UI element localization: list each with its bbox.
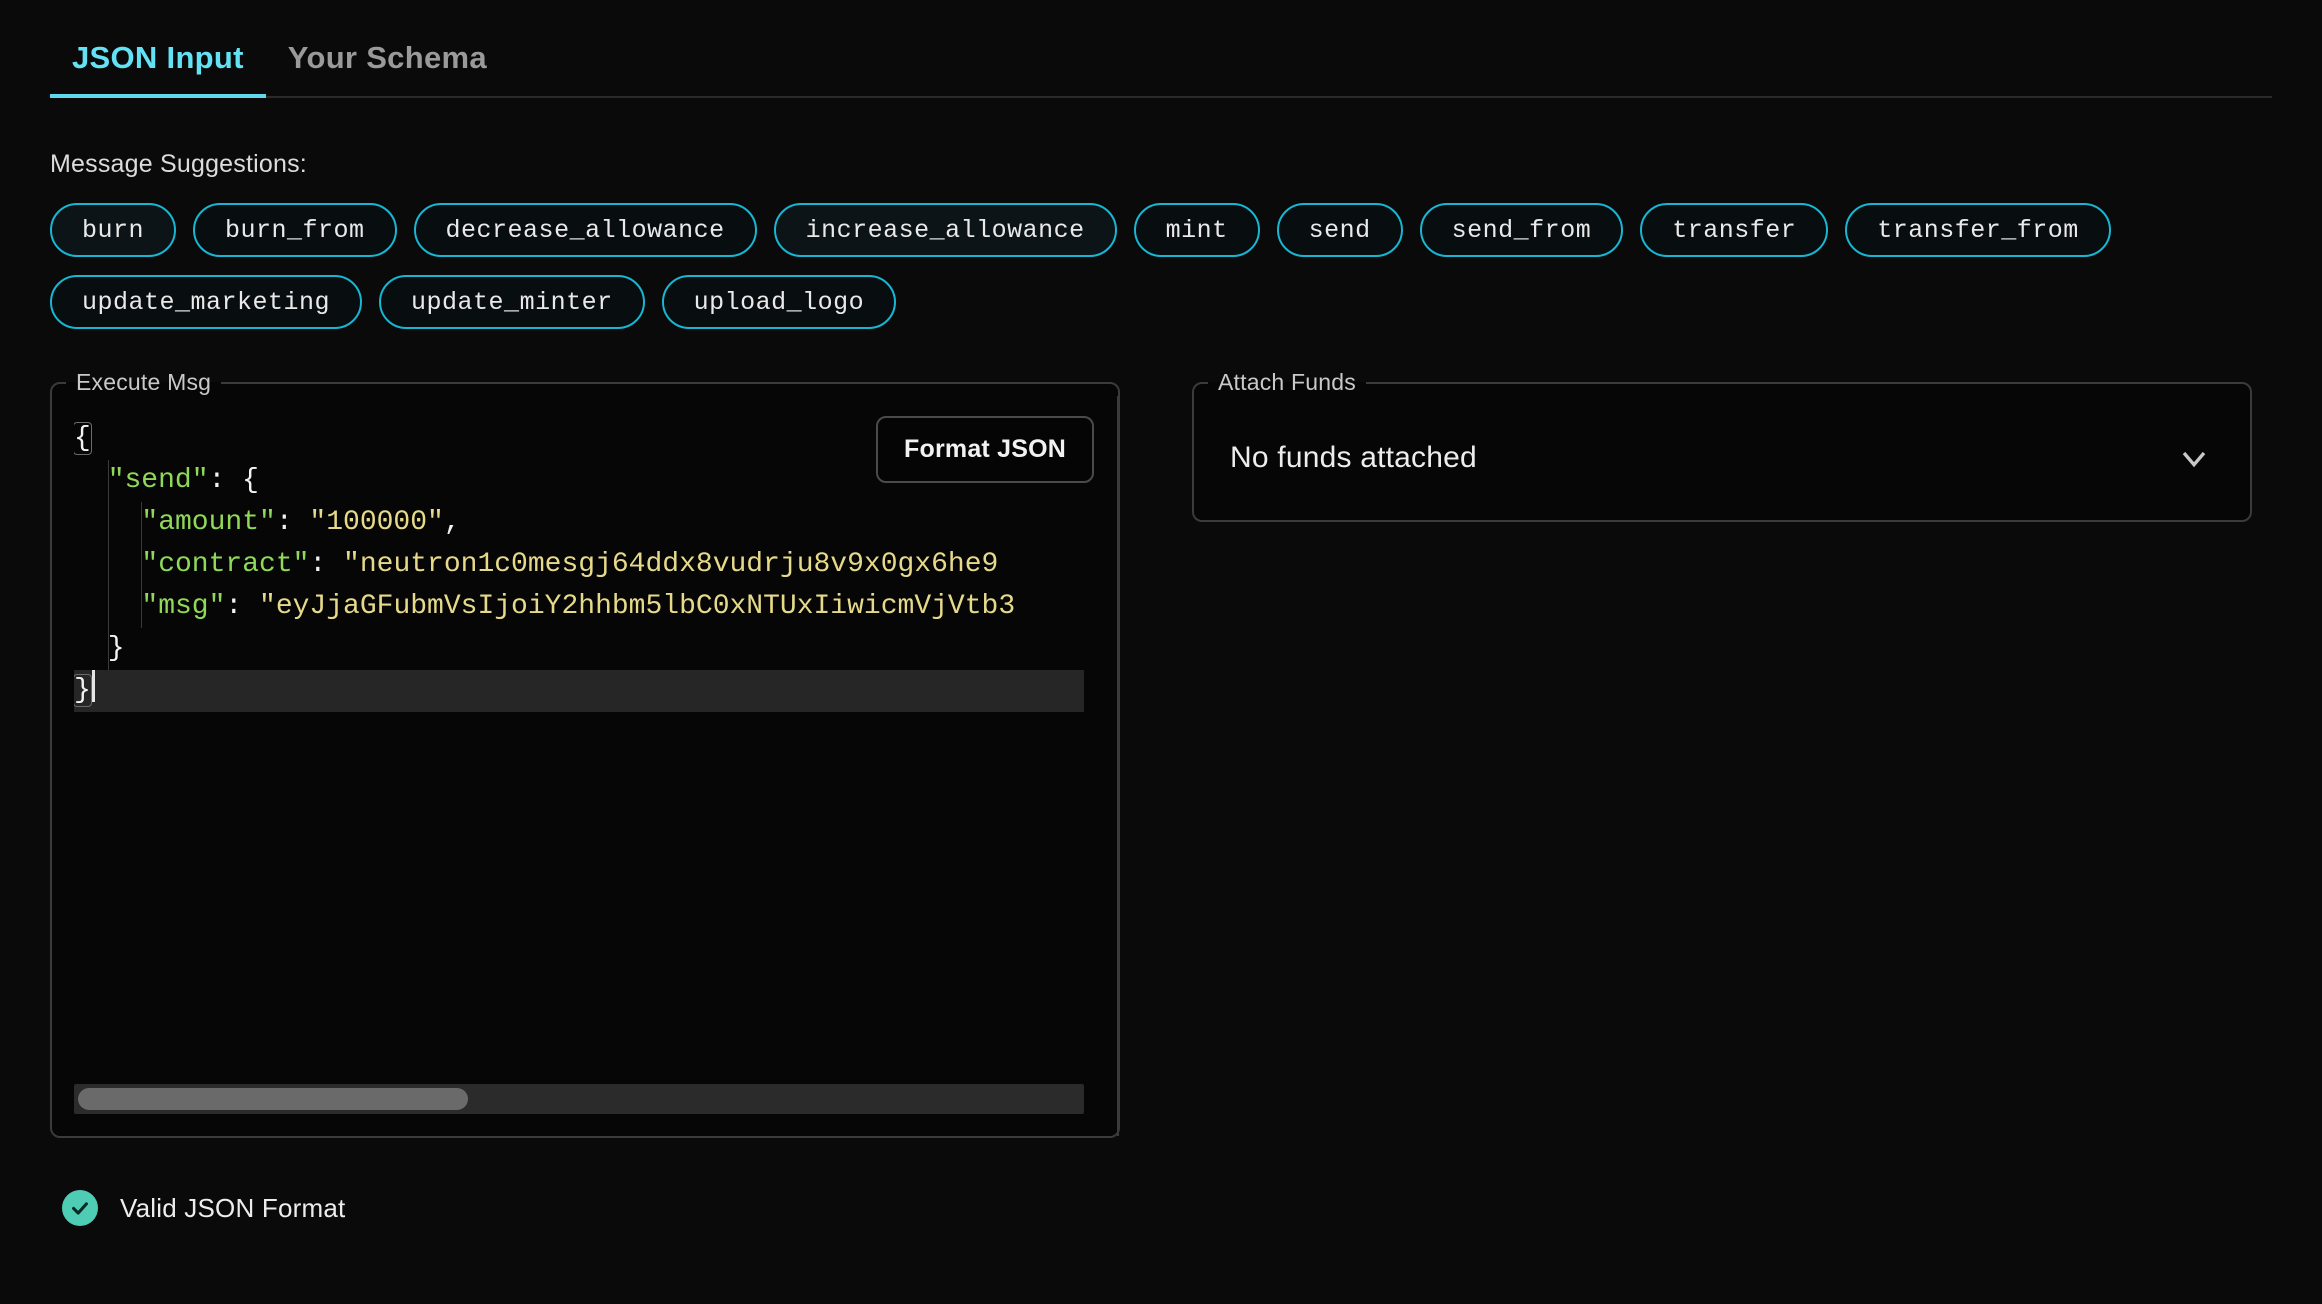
code-token: "eyJjaGFubmVsIjoiY2hhbm5lbC0xNTUxIiwicmV…	[259, 591, 1016, 622]
code-token: "msg"	[141, 591, 226, 622]
json-validity-text: Valid JSON Format	[120, 1192, 346, 1223]
code-line[interactable]: "msg": "eyJjaGFubmVsIjoiY2hhbm5lbC0xNTUx…	[74, 586, 1084, 628]
message-suggestions-label: Message Suggestions:	[50, 150, 307, 178]
code-token: :	[275, 507, 310, 538]
code-line-text: {	[74, 422, 92, 455]
code-token: :	[225, 591, 260, 622]
editor-horizontal-scrollbar[interactable]	[74, 1084, 1084, 1114]
suggestion-chip-burn[interactable]: burn	[50, 203, 177, 257]
check-circle-icon	[62, 1190, 98, 1226]
code-line-text: "amount": "100000",	[141, 507, 460, 538]
tab-bar: JSON Input Your Schema	[0, 0, 2322, 98]
editor-right-divider	[1117, 396, 1119, 1136]
execute-msg-panel: Execute Msg Format JSON { "send": { "amoun…	[50, 369, 1120, 1138]
tab-your-schema[interactable]: Your Schema	[266, 40, 509, 98]
code-token: {	[74, 422, 92, 455]
attach-funds-value: No funds attached	[1230, 441, 1477, 474]
code-token: ,	[443, 507, 461, 538]
tab-json-input[interactable]: JSON Input	[50, 40, 266, 98]
suggestion-chip-send[interactable]: send	[1276, 203, 1403, 257]
code-line[interactable]: "amount": "100000",	[74, 502, 1084, 544]
code-token: "amount"	[141, 507, 276, 538]
code-line[interactable]: }	[74, 670, 1084, 712]
indent-guide	[141, 586, 143, 628]
indent-guide	[107, 544, 109, 586]
code-token: :	[309, 549, 344, 580]
attach-funds-select[interactable]: No funds attached	[1194, 396, 2250, 520]
message-suggestion-list: burn burn_from decrease_allowance increa…	[50, 203, 2150, 329]
code-token: : {	[208, 465, 259, 496]
suggestion-chip-mint[interactable]: mint	[1133, 203, 1260, 257]
code-token: "100000"	[309, 507, 444, 538]
editor-scrollbar-thumb[interactable]	[78, 1088, 468, 1110]
suggestion-chip-transfer-from[interactable]: transfer_from	[1845, 203, 2111, 257]
indent-guide	[141, 544, 143, 586]
json-validity-status: Valid JSON Format	[0, 1138, 2322, 1226]
suggestion-chip-decrease-allowance[interactable]: decrease_allowance	[413, 203, 757, 257]
indent-guide	[107, 460, 109, 502]
main-content: Execute Msg Format JSON { "send": { "amoun…	[0, 329, 2322, 1138]
code-line[interactable]: }	[74, 628, 1084, 670]
code-token: }	[107, 633, 125, 664]
code-token: }	[74, 674, 92, 707]
chevron-down-icon[interactable]	[2174, 438, 2214, 478]
suggestion-chip-update-minter[interactable]: update_minter	[379, 275, 645, 329]
suggestion-chip-burn-from[interactable]: burn_from	[193, 203, 397, 257]
code-token: "neutron1c0mesgj64ddx8vudrju8v9x0gx6he9	[343, 549, 999, 580]
indent-guide	[141, 502, 143, 544]
code-line-text: "send": {	[108, 465, 259, 496]
indent-guide	[107, 628, 109, 670]
suggestion-chip-upload-logo[interactable]: upload_logo	[661, 275, 897, 329]
message-suggestions-section: Message Suggestions: burn burn_from decr…	[0, 98, 2322, 329]
execute-msg-legend: Execute Msg	[76, 369, 212, 395]
format-json-button[interactable]: Format JSON	[876, 416, 1094, 483]
suggestion-chip-transfer[interactable]: transfer	[1640, 203, 1829, 257]
code-line-text: "contract": "neutron1c0mesgj64ddx8vudrju…	[141, 549, 998, 580]
json-code-editor[interactable]: { "send": { "amount": "100000", "contract":…	[74, 418, 1084, 1078]
attach-funds-legend: Attach Funds	[1218, 369, 1356, 395]
text-caret	[91, 670, 95, 702]
attach-funds-panel: Attach Funds No funds attached	[1192, 369, 2252, 522]
suggestion-chip-increase-allowance[interactable]: increase_allowance	[773, 203, 1117, 257]
code-line-text: }	[108, 633, 125, 664]
suggestion-chip-update-marketing[interactable]: update_marketing	[50, 275, 363, 329]
code-line[interactable]: "contract": "neutron1c0mesgj64ddx8vudrju…	[74, 544, 1084, 586]
code-token: "send"	[107, 465, 209, 496]
indent-guide	[107, 586, 109, 628]
suggestion-chip-send-from[interactable]: send_from	[1419, 203, 1624, 257]
execute-msg-editor[interactable]: Format JSON { "send": { "amount": "100000"…	[52, 396, 1119, 1136]
code-line-text: }	[74, 674, 92, 707]
indent-guide	[107, 502, 109, 544]
code-line-text: "msg": "eyJjaGFubmVsIjoiY2hhbm5lbC0xNTUx…	[141, 591, 1015, 622]
code-token: "contract"	[141, 549, 310, 580]
